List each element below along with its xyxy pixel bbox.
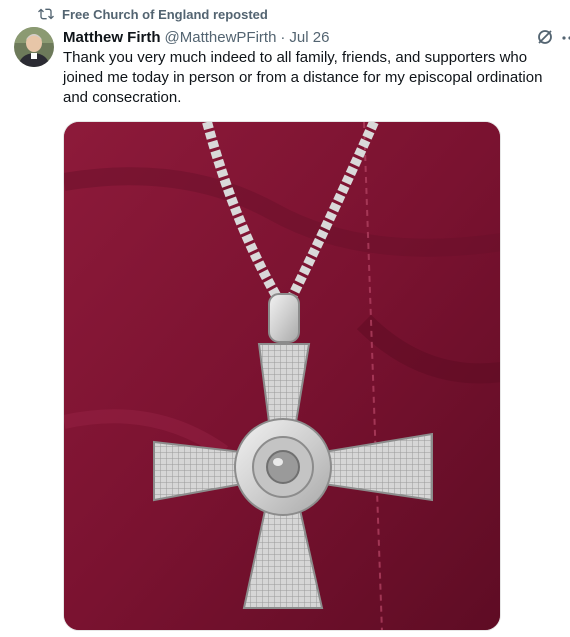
- repost-indicator[interactable]: Free Church of England reposted: [38, 5, 268, 23]
- repost-icon: [38, 8, 54, 20]
- tweet[interactable]: Free Church of England reposted Matthew …: [0, 0, 570, 637]
- author-handle[interactable]: @MatthewPFirth: [165, 29, 277, 46]
- more-icon: [562, 36, 570, 40]
- grok-button[interactable]: [535, 27, 555, 47]
- more-button[interactable]: [561, 27, 570, 47]
- author-name[interactable]: Matthew Firth: [63, 29, 161, 46]
- repost-label: Free Church of England reposted: [62, 6, 268, 22]
- avatar[interactable]: [14, 27, 54, 67]
- grok-icon: [538, 30, 552, 44]
- separator-dot: ·: [280, 28, 286, 46]
- tweet-date[interactable]: Jul 26: [289, 29, 329, 46]
- tweet-header: Matthew Firth @MatthewPFirth · Jul 26: [63, 27, 329, 47]
- tweet-text: Thank you very much indeed to all family…: [63, 49, 543, 106]
- tweet-photo[interactable]: [63, 121, 501, 631]
- cross-pendant-photo: [64, 122, 500, 630]
